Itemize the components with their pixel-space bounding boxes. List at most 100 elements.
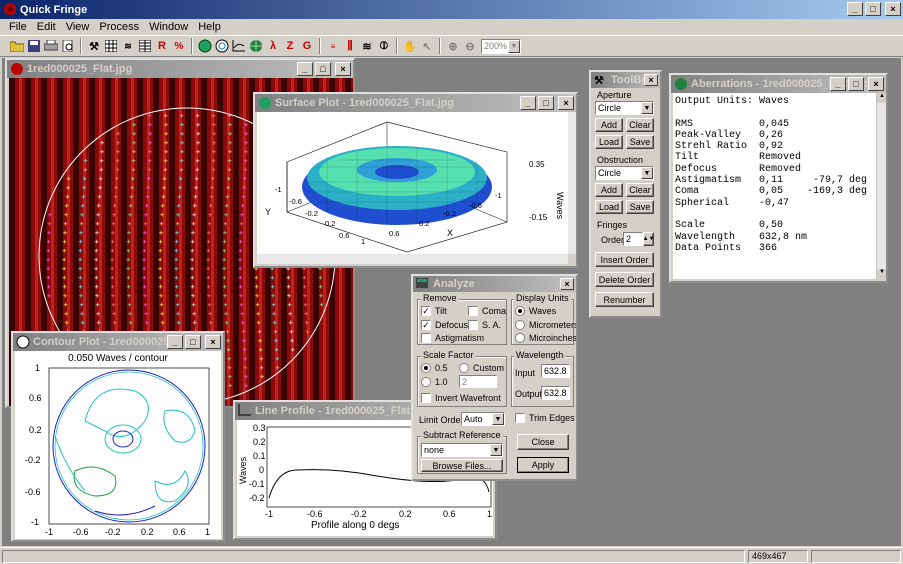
percent-icon[interactable]: %: [171, 38, 187, 54]
vertical-scrollbar[interactable]: ▲ ▼: [876, 93, 886, 279]
obstruction-load-button[interactable]: Load: [595, 200, 623, 214]
coma-checkbox[interactable]: [468, 306, 478, 316]
obstruction-clear-button[interactable]: Clear: [626, 183, 654, 197]
print-icon[interactable]: [43, 38, 59, 54]
aperture-load-button[interactable]: Load: [595, 135, 623, 149]
minimize-button[interactable]: _: [830, 77, 846, 91]
maximize-button[interactable]: □: [185, 335, 201, 349]
renumber-button[interactable]: Renumber: [595, 292, 654, 307]
obstruction-save-button[interactable]: Save: [626, 200, 654, 214]
save-icon[interactable]: [26, 38, 42, 54]
fringe-point: +: [179, 175, 183, 183]
menu-process[interactable]: Process: [94, 19, 144, 35]
invert-wavefront-checkbox[interactable]: [421, 393, 431, 403]
reference-select[interactable]: none ▼: [421, 443, 503, 457]
minimize-button[interactable]: _: [847, 2, 863, 16]
horizontal-scrollbar[interactable]: [257, 254, 568, 264]
analyze-close-button[interactable]: Close: [517, 434, 569, 450]
profile-icon[interactable]: [231, 38, 247, 54]
fringe-point: +: [78, 274, 82, 282]
order-spinner[interactable]: ▲▼: [643, 232, 654, 246]
close-button[interactable]: ×: [335, 62, 351, 76]
lambda-icon[interactable]: λ: [265, 38, 281, 54]
fringe-point: +: [224, 211, 228, 219]
custom-scale-input[interactable]: 2: [459, 375, 497, 388]
tilt-checkbox[interactable]: ✓: [421, 306, 431, 316]
menu-help[interactable]: Help: [193, 19, 226, 35]
close-button[interactable]: ×: [558, 96, 574, 110]
waves-radio[interactable]: [515, 306, 525, 316]
r-icon[interactable]: R: [154, 38, 170, 54]
pointer-icon[interactable]: ↖: [419, 38, 435, 54]
x-tick: -1: [45, 527, 54, 537]
close-button[interactable]: ×: [205, 335, 221, 349]
z-icon[interactable]: Z: [282, 38, 298, 54]
fringe-point: +: [112, 310, 116, 318]
zoom-select[interactable]: 200% ▼: [481, 38, 521, 54]
aperture-clear-button[interactable]: Clear: [626, 118, 654, 132]
minimize-button[interactable]: _: [297, 62, 313, 76]
browse-files-button[interactable]: Browse Files...: [421, 459, 503, 472]
delete-order-button[interactable]: Delete Order: [595, 272, 654, 287]
menu-file[interactable]: File: [4, 19, 32, 35]
wave-icon[interactable]: ≋: [359, 38, 375, 54]
aperture-add-button[interactable]: Add: [595, 118, 623, 132]
close-button[interactable]: ×: [868, 77, 884, 91]
vertical-scrollbar[interactable]: [568, 112, 576, 254]
maximize-button[interactable]: □: [315, 62, 331, 76]
hand-icon[interactable]: ✋: [402, 38, 418, 54]
zoom-out-icon[interactable]: ⊖: [462, 38, 478, 54]
minimize-button[interactable]: _: [167, 335, 183, 349]
contour-plot-area[interactable]: 0.050 Waves / contour 1 0.6 0.2 -0.2 -0.…: [15, 351, 221, 539]
fringe-trace-icon[interactable]: ≋: [120, 38, 136, 54]
contour-icon[interactable]: [214, 38, 230, 54]
wavelength-output-field[interactable]: 632.8: [541, 386, 570, 400]
scale-custom-radio[interactable]: [459, 363, 469, 373]
fringe-point: +: [110, 274, 114, 282]
interferogram-icon[interactable]: ⦶: [376, 38, 392, 54]
insert-order-button[interactable]: Insert Order: [595, 252, 654, 267]
fringe-point: +: [303, 301, 307, 309]
microinches-radio[interactable]: [515, 333, 525, 343]
maximize-button[interactable]: □: [848, 77, 864, 91]
apply-button[interactable]: Apply: [517, 457, 569, 473]
order-input[interactable]: 2: [623, 232, 643, 246]
surface-icon[interactable]: [197, 38, 213, 54]
scale-10-radio[interactable]: [421, 377, 431, 387]
aperture-shape-select[interactable]: Circle ▼: [595, 101, 654, 115]
globe-icon[interactable]: [248, 38, 264, 54]
close-button[interactable]: ×: [644, 74, 658, 86]
fringes-icon[interactable]: ≡: [325, 38, 341, 54]
print-preview-icon[interactable]: [60, 38, 76, 54]
micrometers-radio[interactable]: [515, 320, 525, 330]
obstruction-add-button[interactable]: Add: [595, 183, 623, 197]
trim-edges-checkbox[interactable]: [515, 413, 525, 423]
menu-view[interactable]: View: [61, 19, 95, 35]
maximize-button[interactable]: □: [865, 2, 881, 16]
defocus-checkbox[interactable]: ✓: [421, 320, 431, 330]
obstruction-shape-select[interactable]: Circle ▼: [595, 166, 654, 180]
menu-window[interactable]: Window: [144, 19, 193, 35]
g-icon[interactable]: G: [299, 38, 315, 54]
fringe-point: +: [66, 184, 70, 192]
surface-plot-area[interactable]: 0.35 -0.15 Waves Y X -1 -0.6 -0.2 0.2 0.…: [257, 112, 568, 254]
astigmatism-checkbox[interactable]: [421, 333, 431, 343]
fringe-point: +: [191, 301, 195, 309]
fringe-point: +: [46, 283, 50, 291]
open-folder-icon[interactable]: [9, 38, 25, 54]
limit-order-select[interactable]: Auto ▼: [461, 412, 505, 426]
wavelength-input-field[interactable]: 632.8: [541, 364, 570, 378]
maximize-button[interactable]: □: [538, 96, 554, 110]
zoom-in-icon[interactable]: ⊕: [445, 38, 461, 54]
minimize-button[interactable]: _: [520, 96, 536, 110]
tools-icon[interactable]: ⚒: [86, 38, 102, 54]
aperture-save-button[interactable]: Save: [626, 135, 654, 149]
scale-05-radio[interactable]: [421, 363, 431, 373]
sa-checkbox[interactable]: [468, 320, 478, 330]
bars-icon[interactable]: ⫼: [342, 38, 358, 54]
close-button[interactable]: ×: [885, 2, 901, 16]
close-button[interactable]: ×: [560, 278, 574, 290]
grid-icon[interactable]: [103, 38, 119, 54]
table-icon[interactable]: [137, 38, 153, 54]
menu-edit[interactable]: Edit: [32, 19, 61, 35]
